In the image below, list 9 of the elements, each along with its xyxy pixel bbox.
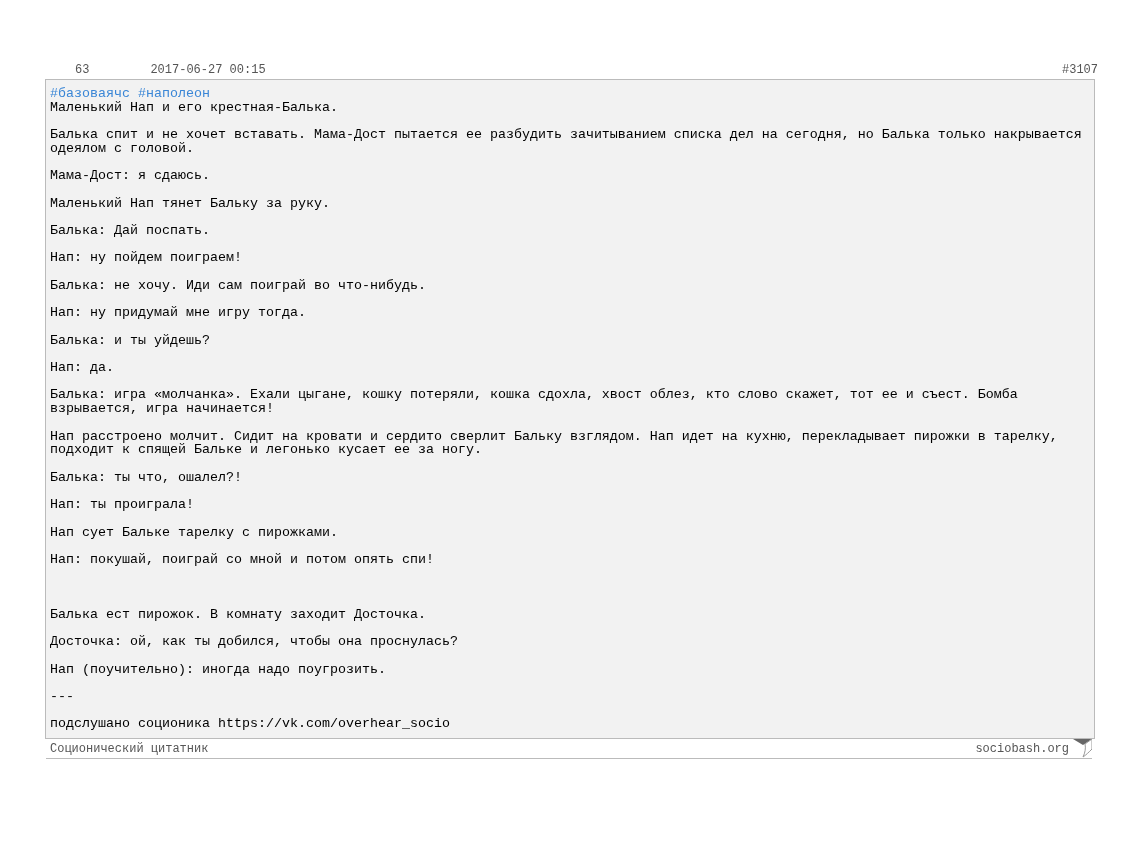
- quote-date: 2017-06-27 00:15: [150, 63, 266, 79]
- quote-text: Маленький Нап и его крестная-Балька. Балька спит и не хочет вставать. Мама-Дост пытается ее разбудить зачитыванием списка дел на сегодня, но Балька только накрывается одеялом с головой. Мама-Дост: я сдаюсь. Маленький Нап тянет Бальку за руку. Балька: Дай поспать. Нап: ну пойдем поиграем! Балька: не хочу. Иди сам поиграй во что-нибудь. Нап: ну придумай мне игру тогда. Балька: и ты уйдешь? Нап: да. Балька: игра «молчанка». Ехали цыгане, кошку потеряли, кошка сдохла, хвост облез, кто слово скажет, тот ее и съест. Бомба взрывается, игра начинается! Нап расстроено молчит. Сидит на кровати и сердито сверлит Бальку взглядом. Нап идет на кухню, перекладывает пирожки в тарелку, подходит к спящей Бальке и легонько кусает ее за ногу. Балька: ты что, ошалел?! Нап: ты проиграла! Нап сует Бальке тарелку с пирожками. Нап: покушай, поиграй со мной и потом опять спи! Балька ест пирожок. В комнату заходит Досточка. Досточка: ой, как ты добился, чтобы она проснулась? Нап (поучительно): иногда надо поугрозить. --- подслушано соционика https://vk.com/overhear_socio: [50, 100, 1083, 732]
- quote-number-link[interactable]: #3107: [1062, 63, 1098, 79]
- hashtag-link[interactable]: #наполеон: [138, 87, 210, 101]
- hashtag-link[interactable]: #базоваячс: [50, 87, 130, 101]
- site-name: Соционический цитатник: [50, 741, 209, 756]
- rating: 63: [75, 63, 90, 79]
- site-domain: sociobash.org: [975, 741, 1069, 756]
- page-corner-icon: [1073, 739, 1092, 759]
